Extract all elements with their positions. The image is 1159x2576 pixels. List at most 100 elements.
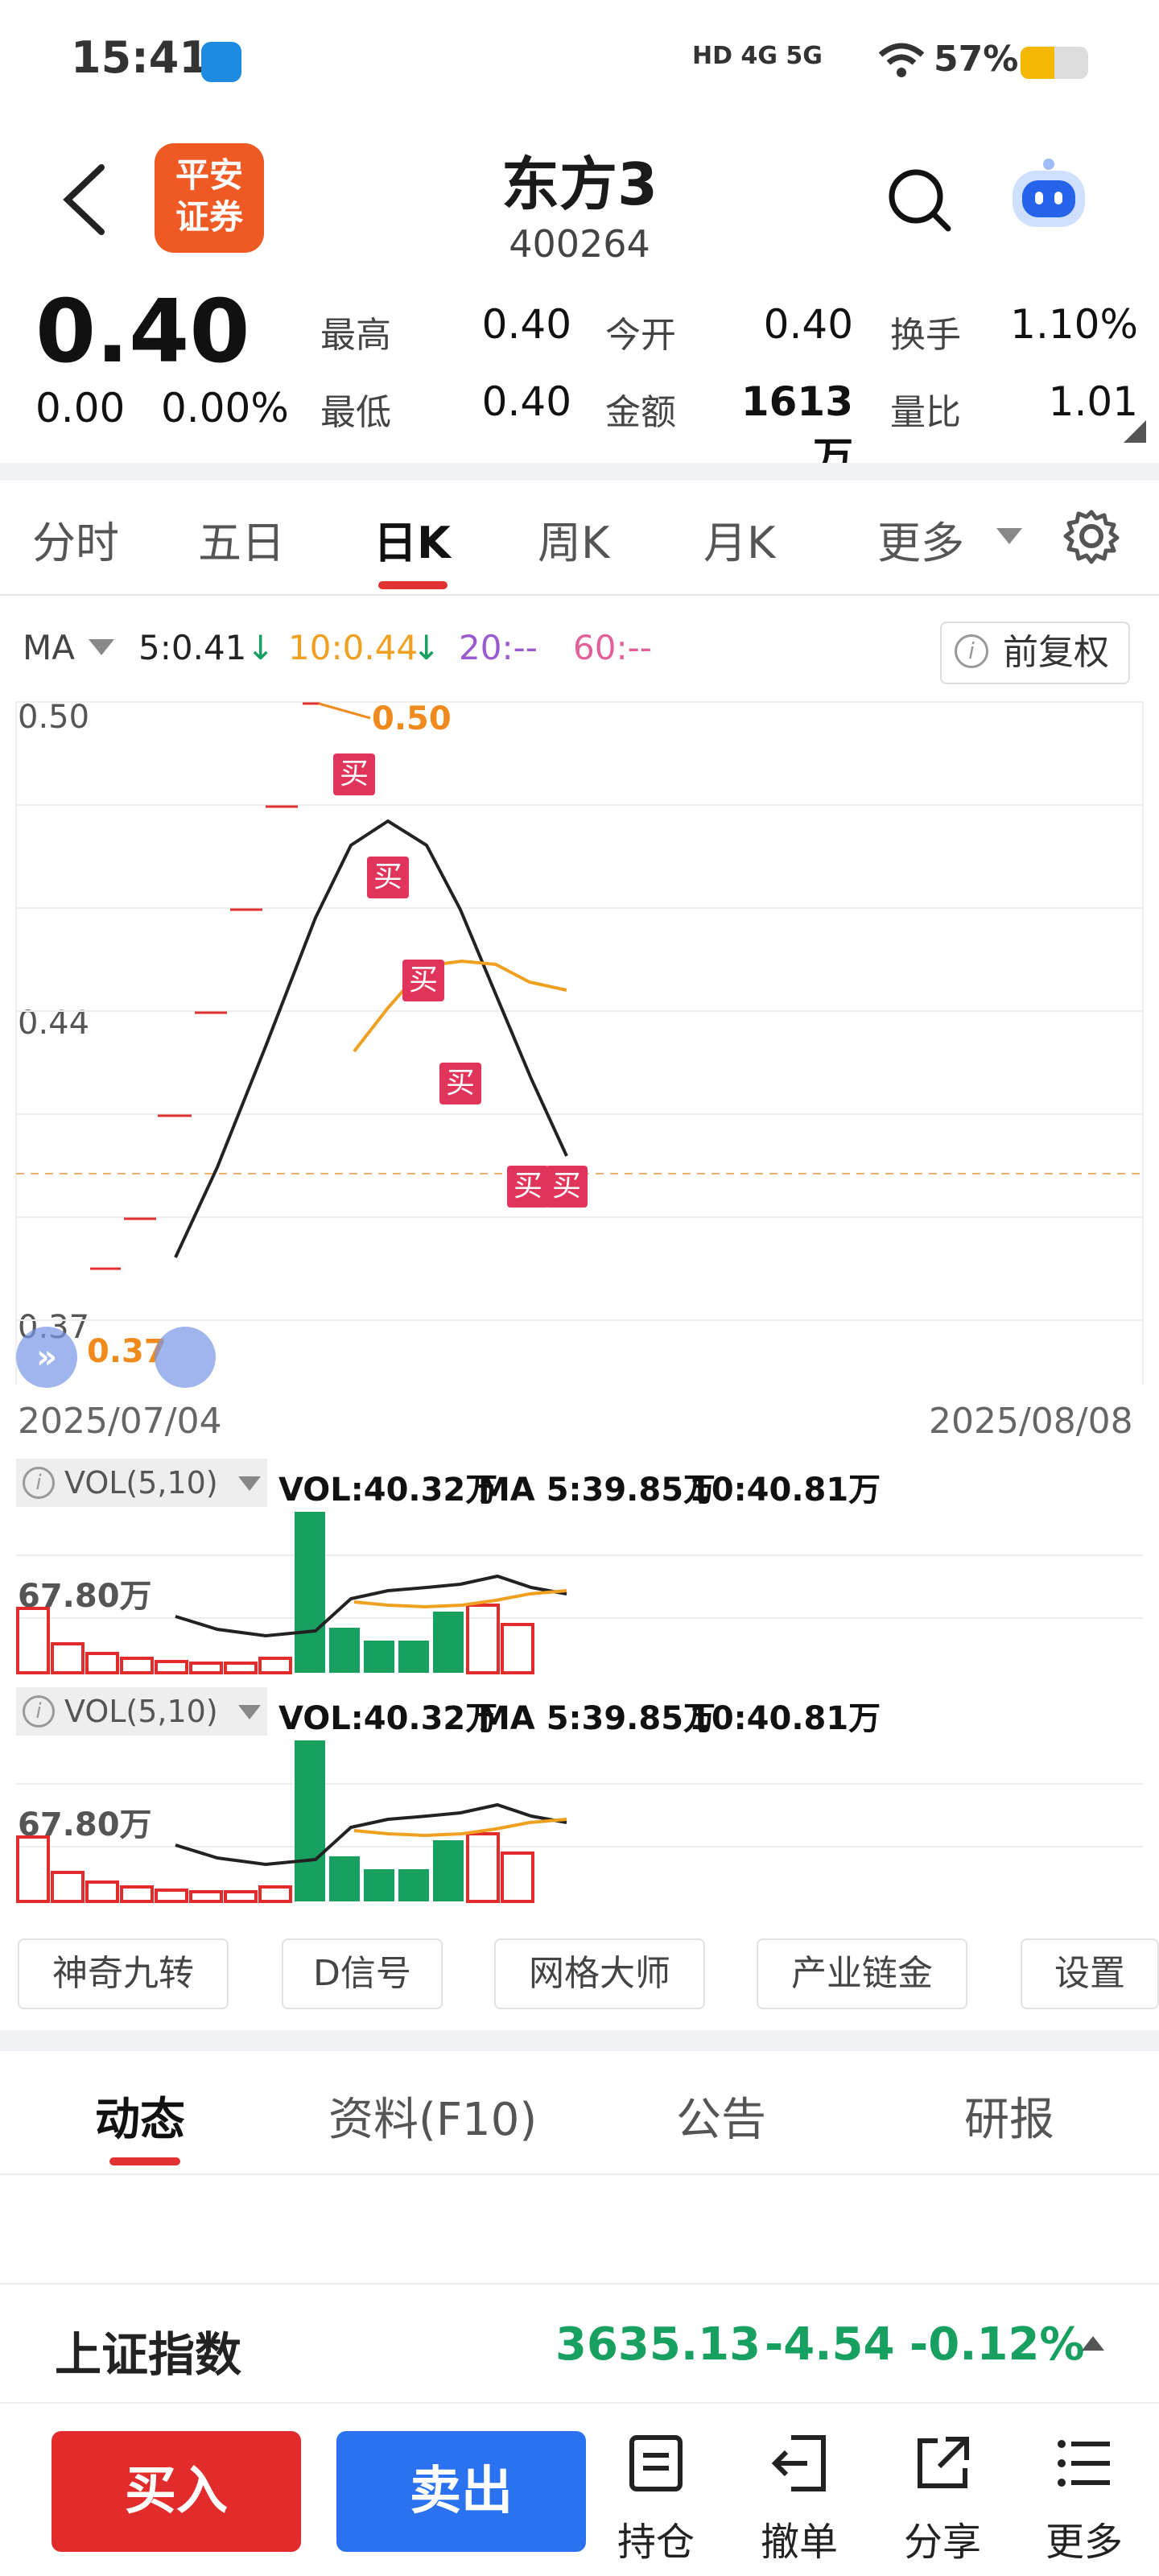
tool-settings[interactable]: 设置 xyxy=(1021,1938,1159,2009)
info-icon: i xyxy=(23,1467,55,1499)
tab-daily-k[interactable]: 日K xyxy=(373,507,451,571)
search-icon[interactable] xyxy=(884,164,956,237)
trade-bar: 买入 卖出 持仓 撤单 分享 更多 xyxy=(0,2415,1159,2576)
holdings-button[interactable]: 持仓 xyxy=(596,2431,716,2568)
volume-bar xyxy=(466,1832,500,1903)
tool-industry-chain[interactable]: 产业链金 xyxy=(757,1938,967,2009)
tab-monthly-k[interactable]: 月K xyxy=(703,507,775,571)
chevron-up-icon[interactable] xyxy=(1082,2336,1104,2351)
tab-intraday[interactable]: 分时 xyxy=(32,507,119,571)
tool-nine-turns[interactable]: 神奇九转 xyxy=(18,1938,229,2009)
share-label: 分享 xyxy=(903,2520,981,2565)
tab-research[interactable]: 研报 xyxy=(964,2083,1054,2149)
tool-d-signal[interactable]: D信号 xyxy=(282,1938,443,2009)
turnover-value: 1.10% xyxy=(1010,301,1138,348)
buy-button[interactable]: 买入 xyxy=(52,2431,301,2552)
gear-icon[interactable] xyxy=(1062,507,1120,568)
tab-announcements[interactable]: 公告 xyxy=(676,2083,766,2149)
more-button[interactable]: 更多 xyxy=(1024,2431,1145,2568)
expand-left-icon[interactable]: » xyxy=(16,1327,77,1388)
date-start: 2025/07/04 xyxy=(18,1401,222,1442)
volume-bar xyxy=(189,1662,223,1674)
index-ticker[interactable]: 上证指数 3635.13 -4.54 -0.12% xyxy=(0,2283,1159,2404)
low-value: 0.40 xyxy=(481,378,571,425)
volume-bar xyxy=(189,1890,223,1903)
open-label: 今开 xyxy=(605,315,676,356)
header: 平安 证券 东方3 400264 xyxy=(0,121,1159,282)
open-value: 0.40 xyxy=(763,301,853,348)
buy-marker: 买 xyxy=(546,1166,588,1208)
volume-bar xyxy=(258,1657,292,1674)
index-change: -4.54 xyxy=(765,2318,895,2371)
cancel-order-icon xyxy=(771,2435,826,2491)
high-value: 0.40 xyxy=(481,301,571,348)
network-indicator: HD 4G 5G xyxy=(692,42,823,70)
buy-marker: 买 xyxy=(333,753,375,795)
broker-logo: 平安 证券 xyxy=(155,143,264,253)
volume-bar xyxy=(501,1852,534,1903)
price-change-pct: 0.00% xyxy=(161,385,289,431)
tab-divider xyxy=(0,2174,1159,2175)
volume-bar xyxy=(85,1880,119,1903)
volume-bar xyxy=(51,1642,85,1674)
volume-bar xyxy=(433,1840,464,1901)
volume-bar xyxy=(295,1512,325,1673)
vol-value: VOL:40.32万 xyxy=(278,1472,498,1509)
volume-bar xyxy=(329,1628,360,1673)
tab-f10[interactable]: 资料(F10) xyxy=(328,2083,537,2149)
high-marker-pointer xyxy=(318,702,371,720)
volume-bar xyxy=(120,1657,154,1674)
date-end: 2025/08/08 xyxy=(929,1401,1133,1442)
tool-grid-master[interactable]: 网格大师 xyxy=(494,1938,705,2009)
volume-bar xyxy=(85,1652,119,1674)
sell-button[interactable]: 卖出 xyxy=(336,2431,586,2552)
share-button[interactable]: 分享 xyxy=(882,2431,1003,2568)
volume-bar xyxy=(364,1641,394,1673)
section-divider xyxy=(0,2030,1159,2051)
share-icon xyxy=(918,2437,969,2488)
stock-code: 400264 xyxy=(509,222,650,266)
candle-ticks xyxy=(90,702,320,1270)
vol-ratio-value: 1.01 xyxy=(1048,378,1138,425)
holdings-label: 持仓 xyxy=(617,2520,695,2565)
battery-icon xyxy=(1021,47,1088,79)
price-grid xyxy=(15,701,1144,1385)
buy-marker: 买 xyxy=(367,857,409,898)
volume-bar xyxy=(364,1869,394,1901)
high-label: 最高 xyxy=(320,315,391,356)
volume-bar xyxy=(398,1641,429,1673)
status-time: 15:41 xyxy=(71,32,209,83)
volume-bar xyxy=(224,1890,258,1903)
amount-label: 金额 xyxy=(605,392,676,433)
fullscreen-icon[interactable] xyxy=(155,1327,216,1388)
tab-five-day[interactable]: 五日 xyxy=(198,507,285,571)
assistant-robot-icon[interactable] xyxy=(1004,156,1093,237)
volume-bar xyxy=(120,1885,154,1903)
kline-chart-area[interactable]: MA 5:0.41 ↓ 10:0.44 ↓ 20:-- 60:-- 前复权 i … xyxy=(0,612,1159,2061)
active-tab-underline xyxy=(378,581,448,589)
volume-bar xyxy=(501,1623,534,1674)
vol-ma5: MA 5:39.85万 xyxy=(478,1472,716,1509)
more-label: 更多 xyxy=(1045,2520,1123,2565)
buy-marker: 买 xyxy=(507,1166,549,1208)
tab-weekly-k[interactable]: 周K xyxy=(538,507,609,571)
kline-tabs: 分时 五日 日K 周K 月K 更多 xyxy=(0,483,1159,596)
tab-more[interactable]: 更多 xyxy=(877,507,964,571)
expand-corner-icon[interactable] xyxy=(1124,420,1146,443)
volume-bar xyxy=(433,1612,464,1673)
volume-bar xyxy=(295,1740,325,1901)
back-icon[interactable] xyxy=(56,159,113,240)
cancel-order-label: 撤单 xyxy=(760,2520,838,2565)
menu-icon xyxy=(1058,2440,1110,2487)
index-change-pct: -0.12% xyxy=(909,2318,1085,2371)
vol-ratio-label: 量比 xyxy=(890,392,961,433)
app-notification-icon xyxy=(201,42,241,82)
stock-name: 东方3 xyxy=(501,151,658,218)
tab-news[interactable]: 动态 xyxy=(95,2083,185,2149)
cancel-order-button[interactable]: 撤单 xyxy=(739,2431,860,2568)
status-bar: 15:41 HD 4G 5G 57% xyxy=(0,0,1159,121)
last-price: 0.40 xyxy=(35,282,250,382)
chevron-down-icon xyxy=(996,528,1022,544)
volume-bar xyxy=(155,1889,188,1903)
volume-bar xyxy=(258,1885,292,1903)
